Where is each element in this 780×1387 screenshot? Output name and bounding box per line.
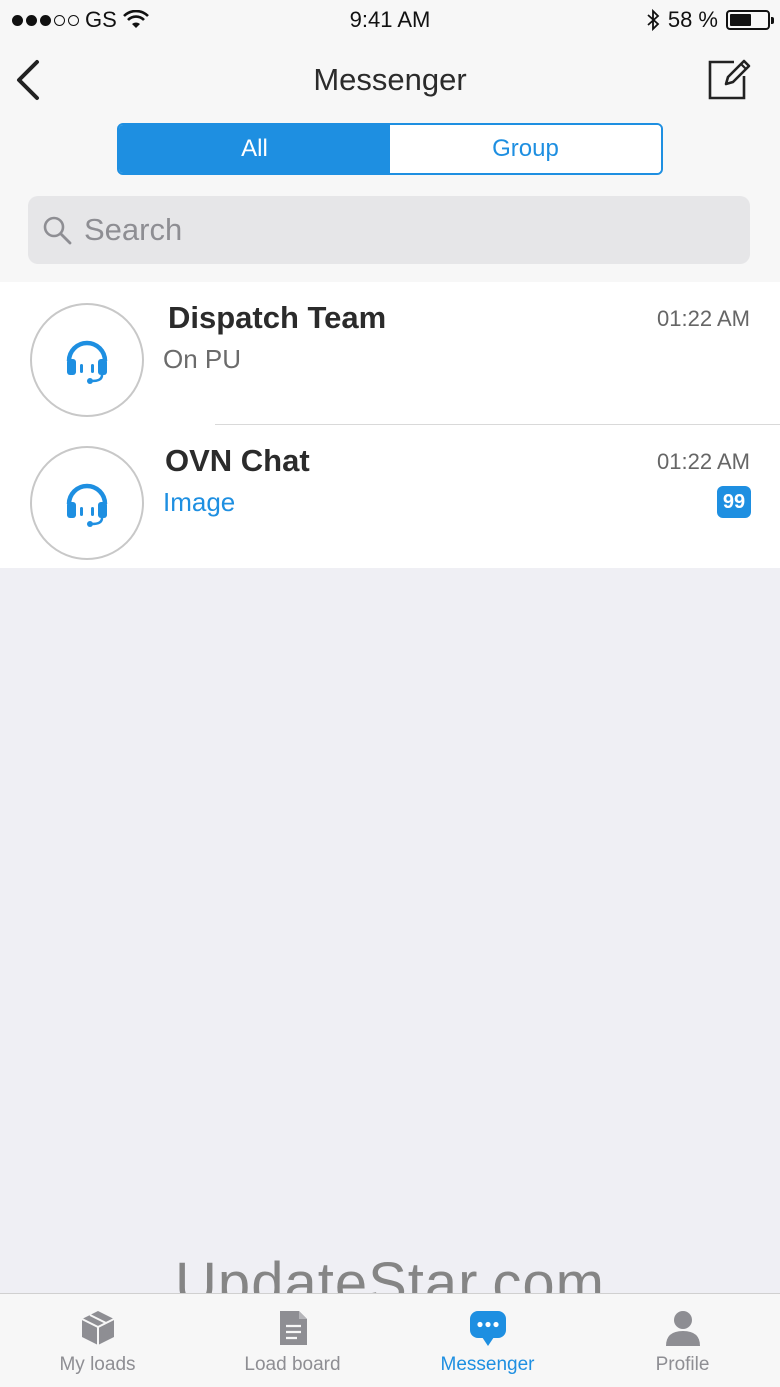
- avatar: [30, 446, 144, 560]
- search-input[interactable]: [84, 212, 724, 248]
- status-right: 58 %: [646, 7, 774, 33]
- battery-icon: [726, 10, 774, 30]
- conversation-title: Dispatch Team: [168, 300, 387, 335]
- tab-messenger[interactable]: Messenger: [390, 1294, 585, 1387]
- headset-icon: [66, 483, 108, 527]
- compose-button[interactable]: [706, 56, 752, 102]
- tab-label: My loads: [59, 1354, 136, 1375]
- segment-group[interactable]: Group: [390, 125, 661, 173]
- unread-count-badge: 99: [717, 486, 751, 518]
- box-icon: [81, 1311, 114, 1345]
- bluetooth-icon: [647, 8, 660, 32]
- chat-bubble-icon: [469, 1311, 506, 1346]
- segment-all[interactable]: All: [119, 125, 390, 173]
- filter-segmented-control: All Group: [117, 123, 663, 175]
- document-icon: [279, 1311, 307, 1345]
- tab-profile[interactable]: Profile: [585, 1294, 780, 1387]
- page-title: Messenger: [313, 62, 467, 97]
- avatar: [30, 303, 144, 417]
- tab-label: Messenger: [440, 1354, 535, 1375]
- conversation-title: OVN Chat: [165, 443, 310, 478]
- conversation-preview: Image: [163, 487, 236, 517]
- search-icon: [43, 216, 72, 245]
- conversation-time: 01:22 AM: [657, 449, 750, 474]
- tab-label: Profile: [655, 1354, 710, 1375]
- conversation-row-dispatch-team[interactable]: Dispatch Team On PU 01:22 AM: [0, 282, 780, 425]
- tab-my-loads[interactable]: My loads: [0, 1294, 195, 1387]
- headset-icon: [66, 340, 108, 384]
- conversation-list: Dispatch Team On PU 01:22 AM OVN Chat Im…: [0, 282, 780, 568]
- navigation-bar: Messenger All Group: [0, 40, 780, 282]
- battery-percent: 58 %: [667, 7, 718, 32]
- tab-bar: My loads Load board Messenger Profile: [0, 1293, 780, 1387]
- search-bar: [28, 196, 750, 264]
- tab-load-board[interactable]: Load board: [195, 1294, 390, 1387]
- conversation-row-ovn-chat[interactable]: OVN Chat Image 01:22 AM 99: [0, 425, 780, 568]
- conversation-time: 01:22 AM: [657, 306, 750, 331]
- status-bar: GS 9:41 AM 58 %: [0, 0, 780, 40]
- compose-icon: [708, 59, 751, 100]
- conversation-preview: On PU: [163, 344, 242, 374]
- tab-label: Load board: [244, 1354, 341, 1375]
- person-icon: [665, 1311, 700, 1346]
